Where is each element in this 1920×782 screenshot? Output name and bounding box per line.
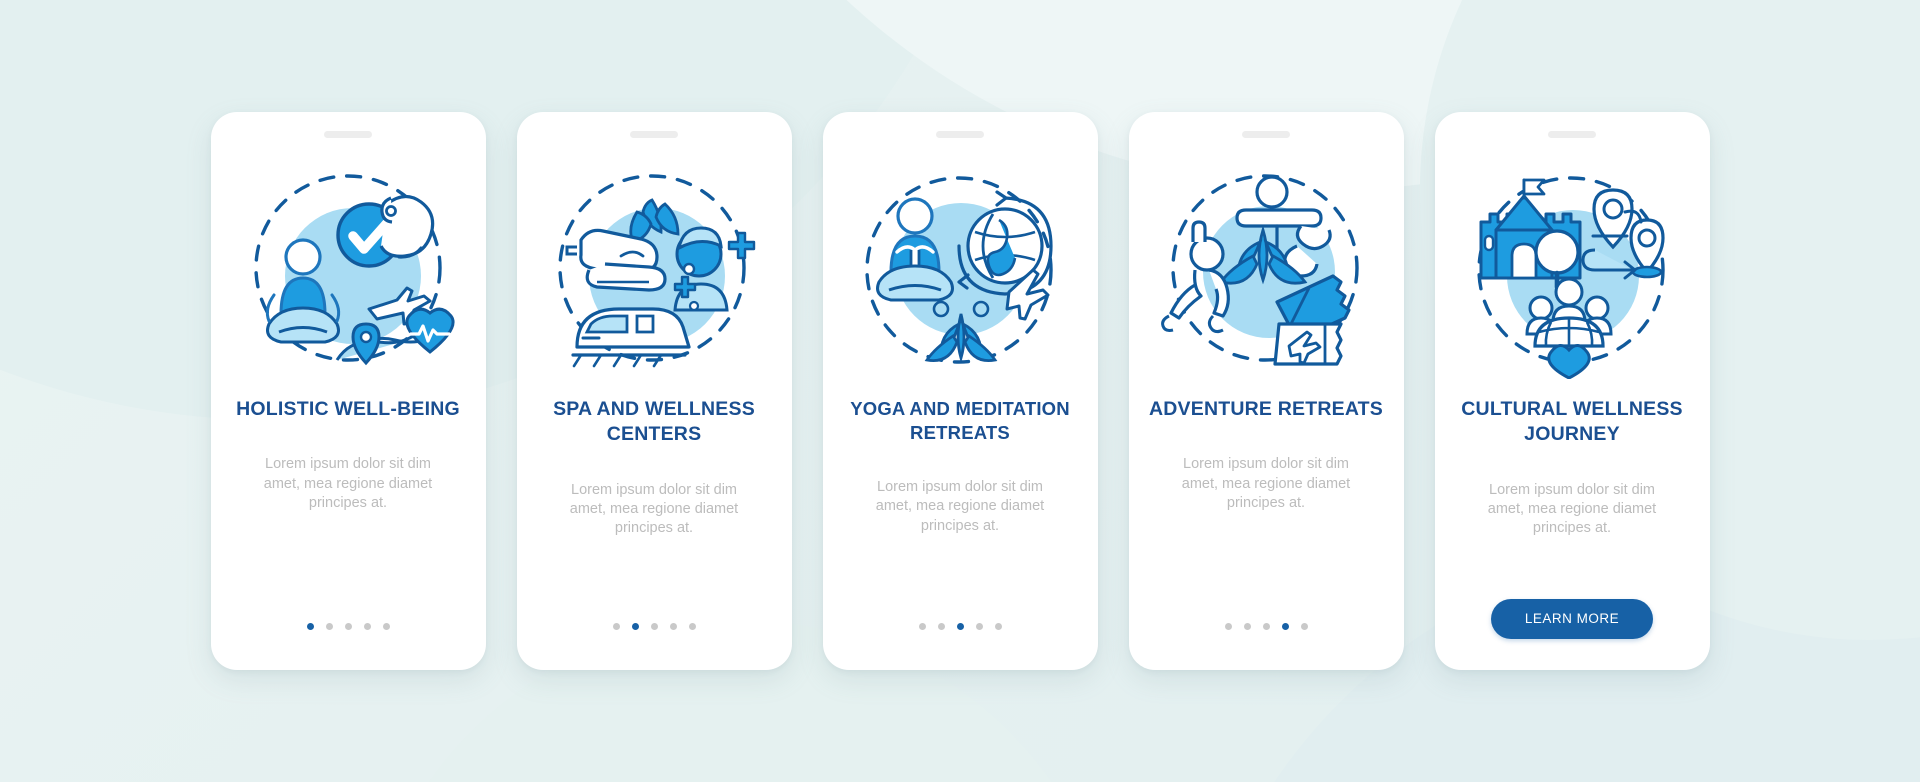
phone-screen-spa-and-wellness-centers: SPA AND WELLNESS CENTERS Lorem ipsum dol… — [516, 112, 792, 670]
screen-title: YOGA AND MEDITATION RETREATS — [850, 398, 1070, 444]
pagination-dot-4[interactable] — [363, 623, 371, 630]
onboarding-screens-row: HOLISTIC WELL-BEING Lorem ipsum dolor si… — [0, 0, 1920, 782]
pagination-dots[interactable] — [918, 623, 1002, 630]
massage-hands-lotus-train-spa-person-icon — [547, 164, 762, 379]
pagination-dot-2[interactable] — [937, 623, 945, 630]
pagination-dot-2[interactable] — [325, 623, 333, 630]
phone-speaker-notch — [1548, 131, 1596, 138]
screen-body-text: Lorem ipsum dolor sit dim amet, mea regi… — [1181, 456, 1351, 511]
pagination-dot-1[interactable] — [918, 623, 926, 630]
pagination-dot-5[interactable] — [688, 623, 696, 630]
pagination-dot-2[interactable] — [631, 623, 639, 630]
learn-more-button[interactable]: LEARN MORE — [1490, 599, 1654, 639]
pagination-dot-2[interactable] — [1243, 623, 1251, 630]
screen-body-text: Lorem ipsum dolor sit dim amet, mea regi… — [875, 479, 1045, 534]
phone-speaker-notch — [1242, 131, 1290, 138]
meditating-person-checkmark-muscle-airplane-heart-icon — [241, 164, 456, 379]
pagination-dot-3[interactable] — [956, 623, 964, 630]
phone-screen-adventure-retreats: ADVENTURE RETREATS Lorem ipsum dolor sit… — [1128, 112, 1404, 670]
pagination-dot-1[interactable] — [306, 623, 314, 630]
pagination-dot-3[interactable] — [650, 623, 658, 630]
pagination-dot-4[interactable] — [669, 623, 677, 630]
pagination-dots[interactable] — [306, 623, 390, 630]
pagination-dot-5[interactable] — [1300, 623, 1308, 630]
phone-speaker-notch — [324, 131, 372, 138]
screen-title: ADVENTURE RETREATS — [1148, 398, 1383, 420]
pagination-dot-4[interactable] — [1281, 623, 1289, 630]
screen-body-text: Lorem ipsum dolor sit dim amet, mea regi… — [263, 456, 433, 511]
yoga-poses-lotus-flight-tickets-icon — [1159, 164, 1374, 379]
pagination-dot-1[interactable] — [1224, 623, 1232, 630]
phone-screen-cultural-wellness-journey: CULTURAL WELLNESS JOURNEY Lorem ipsum do… — [1434, 112, 1710, 670]
pagination-dot-1[interactable] — [612, 623, 620, 630]
pagination-dot-5[interactable] — [382, 623, 390, 630]
pagination-dot-3[interactable] — [1262, 623, 1270, 630]
pagination-dot-3[interactable] — [344, 623, 352, 630]
screen-body-text: Lorem ipsum dolor sit dim amet, mea regi… — [1487, 481, 1657, 537]
pagination-dot-5[interactable] — [994, 623, 1002, 630]
phone-speaker-notch — [630, 131, 678, 138]
pagination-dots[interactable] — [612, 623, 696, 630]
pagination-dots[interactable] — [1224, 623, 1308, 630]
phone-screen-yoga-and-meditation-retreats: YOGA AND MEDITATION RETREATS Lorem ipsum… — [822, 112, 1098, 670]
meditating-person-globe-airplane-lotus-icon — [853, 164, 1068, 379]
castle-magnifier-map-pins-people-globe-icon — [1465, 164, 1680, 379]
pagination-dot-4[interactable] — [975, 623, 983, 630]
screen-body-text: Lorem ipsum dolor sit dim amet, mea regi… — [569, 481, 739, 537]
phone-screen-holistic-well-being: HOLISTIC WELL-BEING Lorem ipsum dolor si… — [210, 112, 486, 670]
screen-title: HOLISTIC WELL-BEING — [236, 398, 460, 420]
phone-speaker-notch — [936, 131, 984, 138]
screen-title: CULTURAL WELLNESS JOURNEY — [1461, 398, 1683, 446]
screen-title: SPA AND WELLNESS CENTERS — [553, 398, 755, 446]
